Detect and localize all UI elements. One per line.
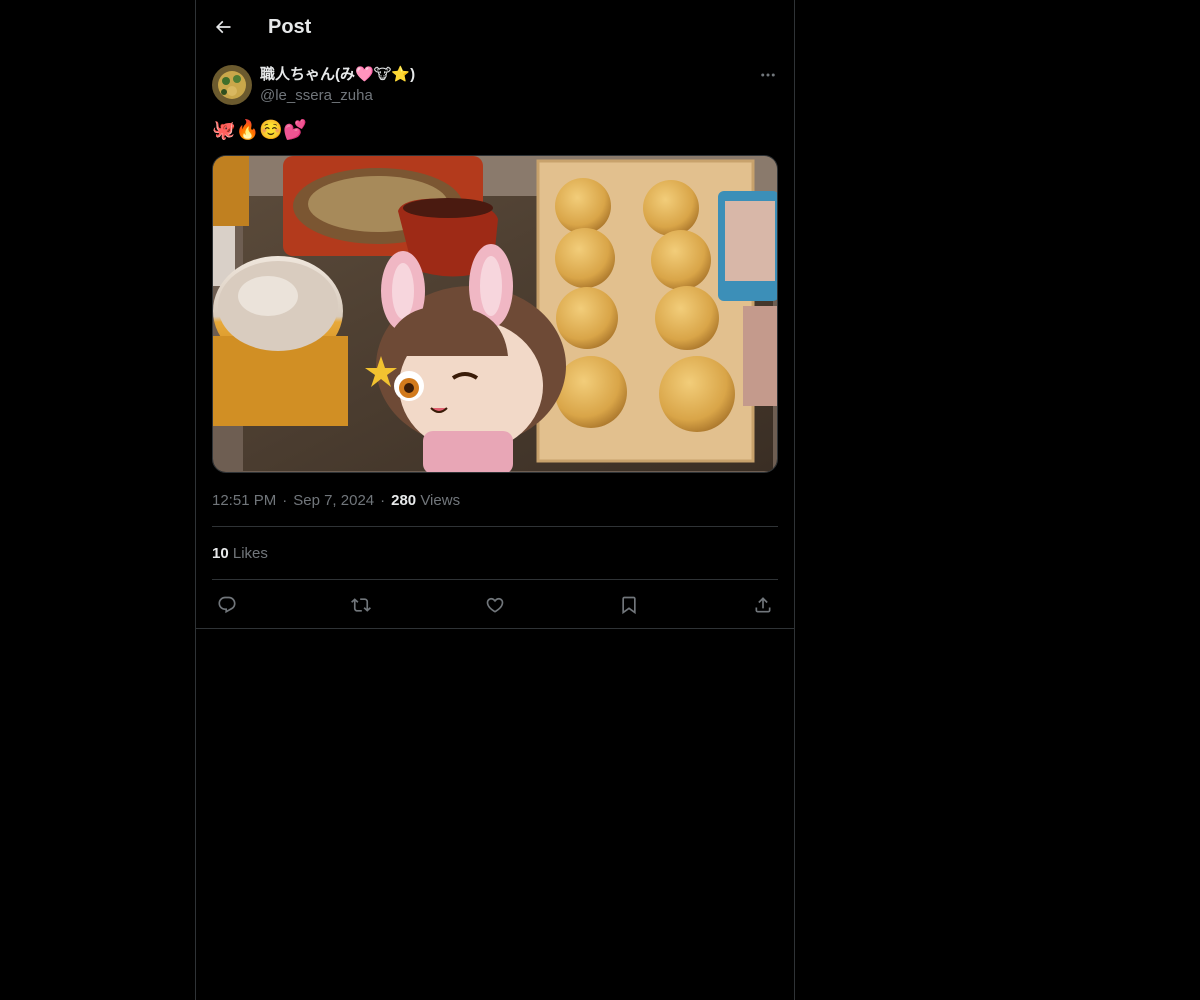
bookmark-button[interactable]: [614, 591, 644, 619]
bookmark-icon: [622, 596, 636, 615]
post-text: 🐙🔥☺️💕: [212, 120, 307, 141]
more-options-button[interactable]: [756, 65, 780, 85]
main-column: Post 職人ちゃん(み🩷🐮⭐) @le_ssera_zuha 🐙🔥☺️💕 12…: [195, 0, 795, 1000]
back-button[interactable]: [206, 10, 240, 44]
divider: [212, 526, 778, 527]
post: 職人ちゃん(み🩷🐮⭐) @le_ssera_zuha 🐙🔥☺️💕 12:51 P…: [196, 53, 794, 629]
author-handle[interactable]: @le_ssera_zuha: [260, 86, 373, 106]
like-button[interactable]: [480, 591, 510, 619]
post-time[interactable]: 12:51 PM: [212, 492, 276, 509]
views-label: Views: [420, 492, 461, 509]
likes-link[interactable]: 10 Likes: [212, 544, 268, 564]
post-metadata: 12:51 PM · Sep 7, 2024 · 280 Views: [212, 492, 461, 509]
post-date[interactable]: Sep 7, 2024: [293, 492, 374, 509]
more-horizontal-icon: [761, 73, 775, 77]
reply-button[interactable]: [212, 591, 242, 619]
repost-button[interactable]: [346, 591, 376, 619]
repost-icon: [351, 598, 371, 612]
heart-icon: [486, 597, 504, 613]
action-bar: [212, 591, 778, 619]
page-title: Post: [268, 16, 312, 38]
share-button[interactable]: [748, 591, 778, 619]
reply-icon: [218, 596, 236, 614]
views-count: 280: [391, 492, 417, 509]
author-display-name[interactable]: 職人ちゃん(み🩷🐮⭐): [260, 65, 415, 85]
share-icon: [755, 597, 771, 613]
page-header: Post: [196, 0, 794, 53]
post-photo[interactable]: [212, 155, 778, 473]
likes-label: Likes: [232, 545, 268, 562]
likes-count: 10: [212, 545, 229, 562]
divider: [212, 579, 778, 580]
avatar[interactable]: [212, 65, 252, 105]
arrow-left-icon: [215, 20, 231, 34]
